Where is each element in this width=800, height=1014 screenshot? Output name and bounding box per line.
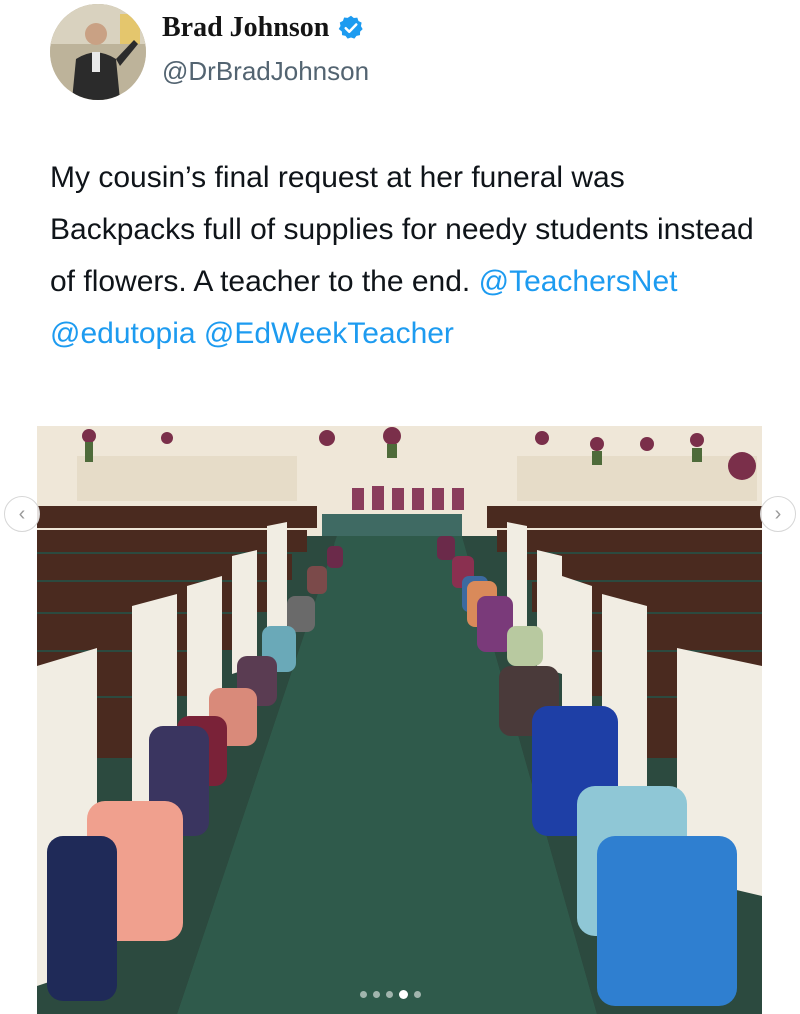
mention-teachersnet[interactable]: @TeachersNet xyxy=(479,265,678,298)
carousel-dot[interactable] xyxy=(360,991,367,998)
tweet-text: My cousin’s final request at her funeral… xyxy=(50,152,760,360)
mention-edweekteacher[interactable]: @EdWeekTeacher xyxy=(204,317,454,350)
author-name-row[interactable]: Brad Johnson xyxy=(162,12,365,44)
mention-edutopia[interactable]: @edutopia xyxy=(50,317,196,350)
verified-badge-icon xyxy=(337,14,365,42)
avatar-image xyxy=(50,4,146,100)
carousel-dot[interactable] xyxy=(414,991,421,998)
carousel-dot-active[interactable] xyxy=(399,990,408,999)
author-handle[interactable]: @DrBradJohnson xyxy=(162,56,369,87)
carousel-next-button[interactable]: › xyxy=(760,496,796,532)
carousel-dot[interactable] xyxy=(373,991,380,998)
chevron-right-icon: › xyxy=(774,502,782,525)
carousel-indicator xyxy=(360,990,421,999)
author-name[interactable]: Brad Johnson xyxy=(162,12,329,44)
tweet-photo[interactable] xyxy=(37,426,762,1014)
chevron-left-icon: ‹ xyxy=(18,502,26,525)
carousel-dot[interactable] xyxy=(386,991,393,998)
carousel-prev-button[interactable]: ‹ xyxy=(4,496,40,532)
photo-funeral-backpacks xyxy=(37,426,762,1014)
author-avatar[interactable] xyxy=(50,4,146,100)
